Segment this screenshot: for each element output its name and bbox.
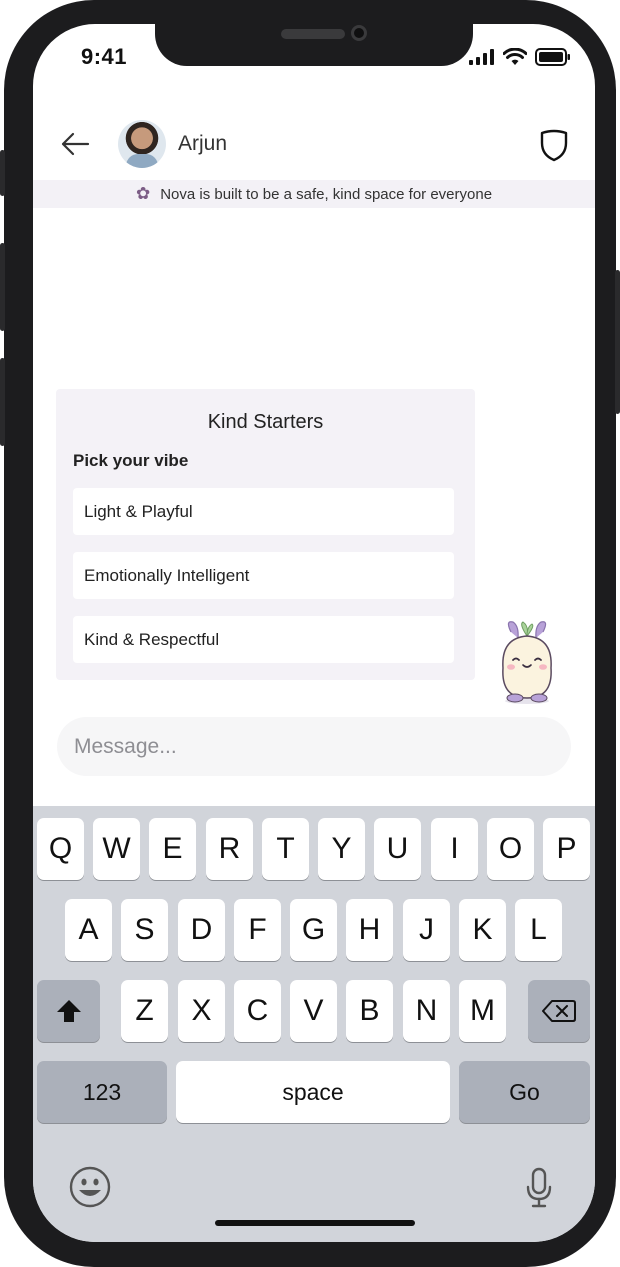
delete-key[interactable] bbox=[528, 980, 590, 1042]
power-button bbox=[615, 270, 620, 414]
mute-switch bbox=[0, 150, 5, 196]
contact-name[interactable]: Arjun bbox=[178, 132, 227, 156]
key-j[interactable]: J bbox=[403, 899, 450, 961]
go-key[interactable]: Go bbox=[459, 1061, 590, 1123]
key-u[interactable]: U bbox=[374, 818, 421, 880]
safety-banner-text: Nova is built to be a safe, kind space f… bbox=[160, 185, 493, 203]
speaker bbox=[281, 29, 345, 39]
key-h[interactable]: H bbox=[346, 899, 393, 961]
arrow-left-icon[interactable] bbox=[59, 128, 91, 160]
signal-icon bbox=[469, 49, 494, 65]
message-input[interactable]: Message... bbox=[57, 717, 571, 776]
starter-option-kind-respectful[interactable]: Kind & Respectful bbox=[73, 616, 454, 663]
notch bbox=[155, 24, 473, 66]
status-icons bbox=[469, 48, 571, 66]
key-o[interactable]: O bbox=[487, 818, 534, 880]
keyboard: Q W E R T Y U I O P A S D F G H J K L Z … bbox=[33, 806, 595, 1242]
flower-icon: ✿ bbox=[135, 184, 151, 203]
avatar[interactable] bbox=[118, 120, 166, 168]
shift-icon bbox=[56, 1000, 81, 1022]
shift-key[interactable] bbox=[37, 980, 100, 1042]
volume-down-button bbox=[0, 358, 5, 446]
key-y[interactable]: Y bbox=[318, 818, 365, 880]
emoji-icon[interactable] bbox=[69, 1166, 111, 1208]
microphone-icon[interactable] bbox=[525, 1167, 553, 1209]
key-f[interactable]: F bbox=[234, 899, 281, 961]
key-p[interactable]: P bbox=[543, 818, 590, 880]
home-indicator[interactable] bbox=[215, 1220, 415, 1226]
key-d[interactable]: D bbox=[178, 899, 225, 961]
key-w[interactable]: W bbox=[93, 818, 140, 880]
phone-frame: 9:41 Arjun ✿ Nova is built to be a safe,… bbox=[0, 0, 620, 1267]
battery-icon bbox=[535, 48, 570, 66]
key-r[interactable]: R bbox=[206, 818, 253, 880]
kind-starters-subtitle: Pick your vibe bbox=[73, 451, 189, 470]
key-x[interactable]: X bbox=[178, 980, 225, 1042]
camera bbox=[351, 25, 367, 41]
key-e[interactable]: E bbox=[149, 818, 196, 880]
key-m[interactable]: M bbox=[459, 980, 506, 1042]
shield-icon[interactable] bbox=[539, 128, 569, 162]
key-t[interactable]: T bbox=[262, 818, 309, 880]
key-k[interactable]: K bbox=[459, 899, 506, 961]
key-a[interactable]: A bbox=[65, 899, 112, 961]
mascot-icon bbox=[502, 621, 552, 704]
starter-option-light-playful[interactable]: Light & Playful bbox=[73, 488, 454, 535]
kind-starters-title: Kind Starters bbox=[207, 411, 324, 433]
key-l[interactable]: L bbox=[515, 899, 562, 961]
key-q[interactable]: Q bbox=[37, 818, 84, 880]
chat-header: Arjun bbox=[33, 116, 595, 174]
key-z[interactable]: Z bbox=[121, 980, 168, 1042]
avatar-shirt bbox=[126, 154, 158, 168]
key-i[interactable]: I bbox=[431, 818, 478, 880]
message-placeholder: Message... bbox=[74, 734, 177, 758]
key-b[interactable]: B bbox=[346, 980, 393, 1042]
key-v[interactable]: V bbox=[290, 980, 337, 1042]
volume-up-button bbox=[0, 243, 5, 331]
space-key[interactable]: space bbox=[176, 1061, 450, 1123]
key-g[interactable]: G bbox=[290, 899, 337, 961]
key-s[interactable]: S bbox=[121, 899, 168, 961]
key-n[interactable]: N bbox=[403, 980, 450, 1042]
wifi-icon bbox=[503, 48, 527, 65]
status-time: 9:41 bbox=[81, 44, 128, 69]
screen: 9:41 Arjun ✿ Nova is built to be a safe,… bbox=[33, 24, 595, 1242]
backspace-icon bbox=[542, 1000, 576, 1022]
safety-banner: ✿ Nova is built to be a safe, kind space… bbox=[33, 180, 595, 208]
key-c[interactable]: C bbox=[234, 980, 281, 1042]
kind-starters-card: Kind Starters Pick your vibe Light & Pla… bbox=[56, 389, 475, 680]
starter-option-emotionally-intelligent[interactable]: Emotionally Intelligent bbox=[73, 552, 454, 599]
numbers-key[interactable]: 123 bbox=[37, 1061, 167, 1123]
